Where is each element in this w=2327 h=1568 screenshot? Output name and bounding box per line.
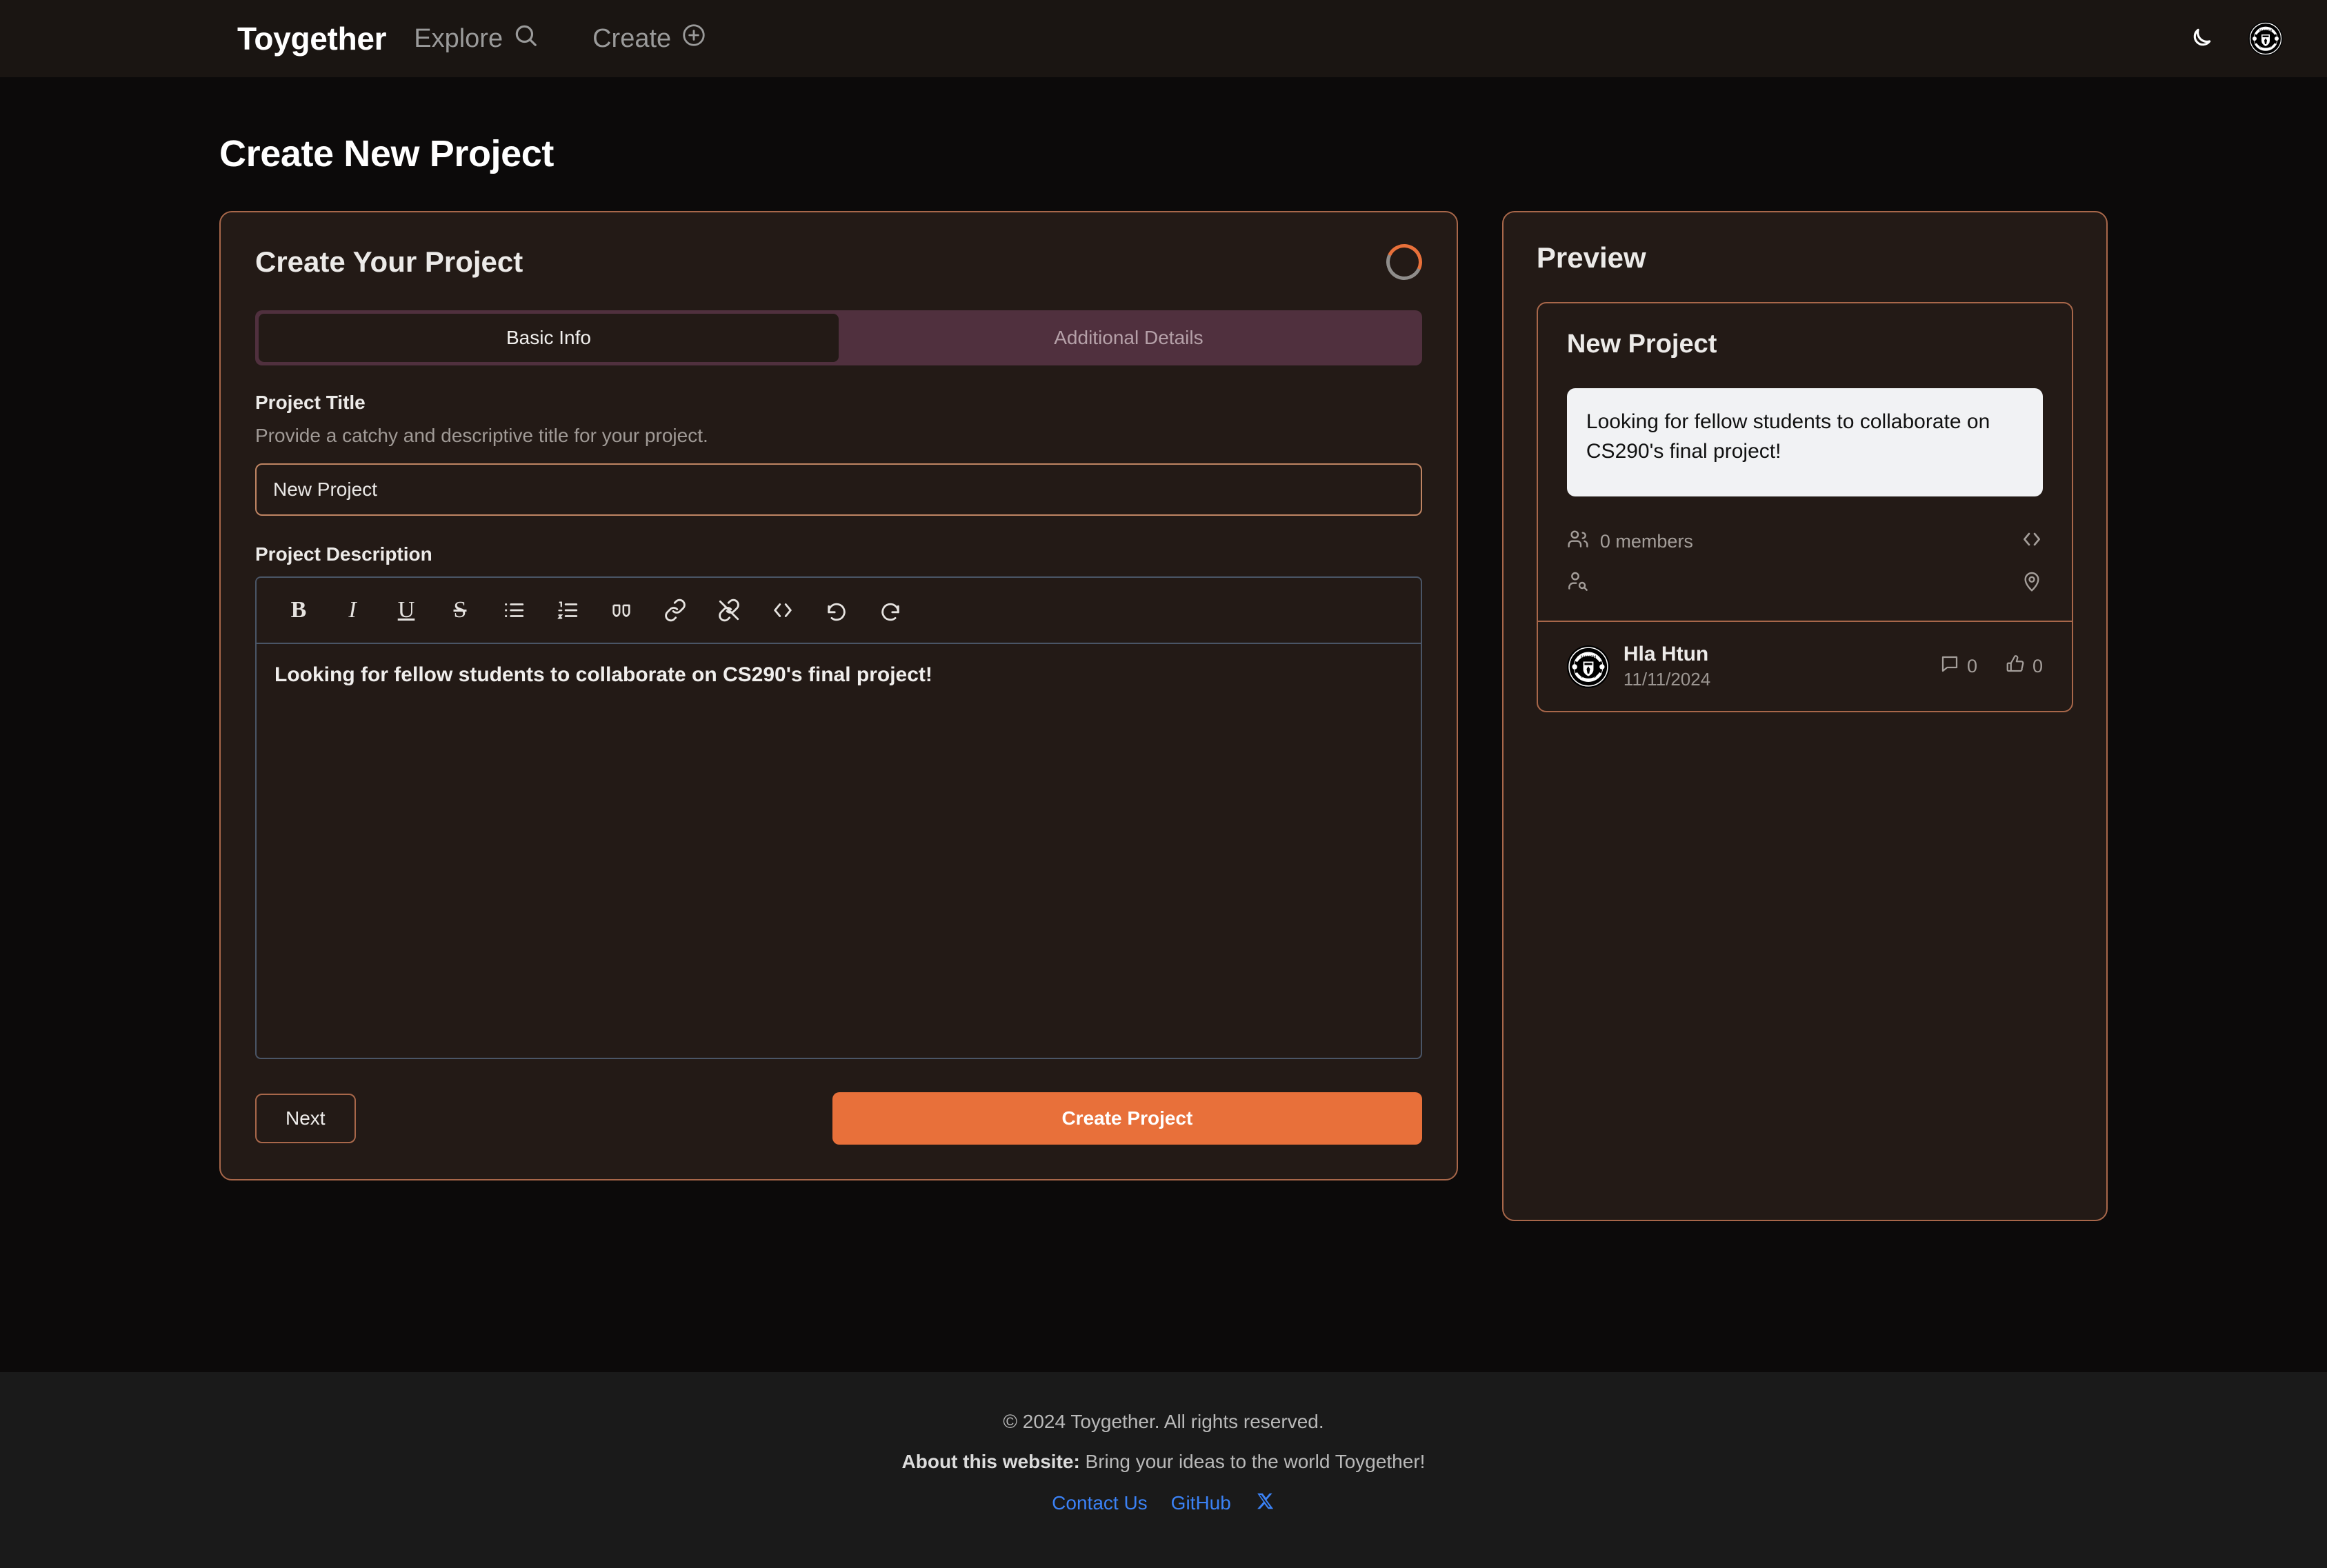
navbar: Toygether Explore Create MANCH UNITED (0, 0, 2327, 77)
nav-right-group: MANCH UNITED (2188, 21, 2283, 56)
strikethrough-icon[interactable]: S (433, 589, 487, 632)
footer-links: Contact Us GitHub (0, 1491, 2327, 1515)
card-header: Create Your Project (255, 239, 1428, 285)
preview-members: 0 members (1567, 528, 2021, 555)
preview-user-search (1567, 570, 2021, 597)
preview-avatar: MANCH UNITED (1566, 645, 1610, 688)
preview-members-label: 0 members (1599, 531, 1693, 552)
project-title-input[interactable] (255, 463, 1422, 516)
bold-icon[interactable]: B (272, 589, 326, 632)
card-title: Create Your Project (255, 245, 523, 278)
thumbs-up-icon (2005, 654, 2026, 679)
comment-count[interactable]: 0 (1939, 654, 1977, 679)
preview-author-name: Hla Htun (1623, 643, 1709, 666)
preview-date: 11/11/2024 (1623, 669, 1711, 690)
tab-additional-details[interactable]: Additional Details (839, 314, 1419, 362)
preview-card-body: New Project Looking for fellow students … (1538, 303, 2072, 621)
like-count[interactable]: 0 (2005, 654, 2043, 679)
footer: © 2024 Toygether. All rights reserved. A… (0, 1372, 2327, 1568)
manchester-united-crest-icon: MANCH UNITED (1568, 645, 1609, 687)
preview-location-icon-wrap (2021, 570, 2043, 597)
preview-author-info: Hla Htun 11/11/2024 (1624, 643, 1710, 690)
create-project-card: Create Your Project Basic Info Additiona… (219, 211, 1458, 1180)
underline-icon[interactable]: U (379, 589, 433, 632)
preview-project-description: Looking for fellow students to collabora… (1566, 388, 2043, 497)
footer-about-text: Bring your ideas to the world Toygether! (1079, 1451, 1426, 1472)
link-icon[interactable] (648, 589, 702, 632)
preview-project-card[interactable]: New Project Looking for fellow students … (1536, 302, 2073, 713)
project-title-help: Provide a catchy and descriptive title f… (255, 425, 708, 446)
x-twitter-icon[interactable] (1255, 1491, 1275, 1515)
code-icon (2021, 528, 2043, 555)
nav-links: Explore Create (414, 22, 707, 55)
project-title-label: Project Title (255, 392, 366, 413)
user-search-icon (1567, 570, 1589, 597)
nav-create-label: Create (592, 23, 672, 53)
preview-meta: 0 members (1567, 528, 2043, 597)
unlink-icon[interactable] (702, 589, 756, 632)
search-icon (512, 22, 539, 55)
ordered-list-icon[interactable] (541, 589, 595, 632)
moon-icon[interactable] (2188, 26, 2214, 52)
preview-project-title: New Project (1566, 330, 1717, 359)
preview-panel: Preview New Project Looking for fellow s… (1501, 211, 2108, 1221)
github-link[interactable]: GitHub (1171, 1492, 1231, 1514)
nav-item-explore[interactable]: Explore (414, 22, 539, 55)
next-button[interactable]: Next (255, 1094, 356, 1143)
italic-icon[interactable]: I (326, 589, 379, 632)
brand-logo[interactable]: Toygether (237, 20, 387, 57)
footer-about: About this website: Bring your ideas to … (0, 1451, 2327, 1473)
redo-icon[interactable] (863, 589, 917, 632)
nav-item-create[interactable]: Create (592, 22, 707, 55)
footer-copyright: © 2024 Toygether. All rights reserved. (1003, 1411, 1324, 1432)
manchester-united-crest-icon: MANCH UNITED (2249, 22, 2282, 55)
form-actions: Next Create Project (255, 1092, 1422, 1145)
location-pin-icon (2021, 570, 2043, 597)
undo-icon[interactable] (810, 589, 863, 632)
contact-us-link[interactable]: Contact Us (1052, 1492, 1148, 1514)
main-columns: Create Your Project Basic Info Additiona… (0, 211, 2327, 1221)
comment-icon (1939, 654, 1960, 679)
comment-count-value: 0 (1966, 656, 1977, 677)
code-icon[interactable] (756, 589, 810, 632)
page-title: Create New Project (219, 133, 554, 174)
users-icon (1567, 528, 1589, 555)
preview-code-icon-wrap (2021, 528, 2043, 555)
svg-text:MANCH: MANCH (2259, 30, 2273, 34)
rich-text-editor: B I U S Looking for fellow students to c… (255, 576, 1422, 1059)
blockquote-icon[interactable] (595, 589, 648, 632)
preview-author-row: MANCH UNITED Hla Htun 11/11/2024 0 0 (1537, 621, 2072, 711)
plus-circle-icon (681, 22, 707, 55)
preview-stats: 0 0 (1939, 654, 2043, 679)
nav-explore-label: Explore (414, 23, 503, 53)
editor-content[interactable]: Looking for fellow students to collabora… (257, 644, 1421, 1058)
avatar[interactable]: MANCH UNITED (2248, 21, 2283, 56)
create-project-button[interactable]: Create Project (832, 1092, 1422, 1145)
tab-bar: Basic Info Additional Details (255, 310, 1422, 365)
footer-about-label: About this website: (901, 1451, 1080, 1472)
tab-basic-info[interactable]: Basic Info (259, 314, 839, 362)
editor-toolbar: B I U S (257, 578, 1421, 644)
svg-text:MANCH: MANCH (1581, 655, 1597, 660)
bullet-list-icon[interactable] (487, 589, 541, 632)
like-count-value: 0 (2032, 656, 2043, 677)
project-description-label: Project Description (255, 543, 432, 565)
preview-title: Preview (1536, 241, 1646, 274)
loading-spinner-icon (1381, 239, 1428, 285)
